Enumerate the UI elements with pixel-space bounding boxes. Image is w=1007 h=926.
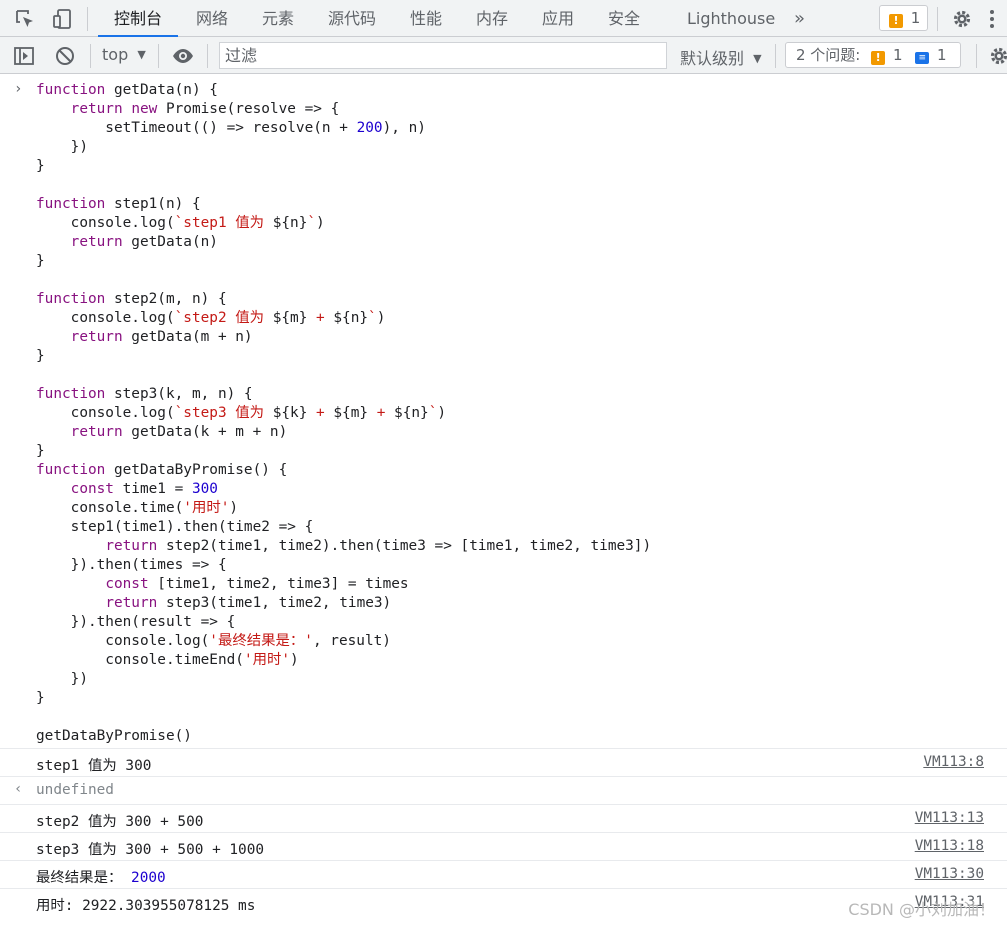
tab-application[interactable]: 应用: [542, 0, 574, 36]
divider: [207, 44, 208, 68]
issues-warn-count: 1: [892, 46, 903, 64]
console-log-row: 最终结果是： 2000 VM113:30: [0, 860, 1007, 888]
settings-gear-icon[interactable]: [951, 8, 973, 30]
source-link[interactable]: VM113:8: [923, 754, 984, 770]
dropdown-arrow-icon: ▼: [137, 48, 146, 61]
log-levels-dropdown[interactable]: 默认级别 ▼: [680, 45, 762, 69]
console-toolbar: top ▼ 过滤 默认级别 ▼ 2 个问题: ! 1 ≡ 1: [0, 37, 1007, 74]
source-link[interactable]: VM113:13: [915, 810, 984, 826]
console-result-row: ‹ undefined: [0, 776, 1007, 804]
device-toolbar-icon[interactable]: [51, 8, 73, 30]
log-text: 用时: 2922.303955078125 ms: [36, 898, 256, 914]
filter-input[interactable]: 过滤: [219, 42, 667, 69]
log-text: 最终结果是： 2000: [36, 866, 166, 887]
input-prompt-chevron-icon: ›: [14, 81, 23, 97]
live-expression-eye-icon[interactable]: [172, 45, 194, 67]
tab-security[interactable]: 安全: [608, 0, 640, 36]
tab-sources[interactable]: 源代码: [328, 0, 376, 36]
tab-network[interactable]: 网络: [196, 0, 228, 36]
console-log-row: step3 值为 300 + 500 + 1000 VM113:18: [0, 832, 1007, 860]
divider: [158, 44, 159, 68]
source-link[interactable]: VM113:18: [915, 838, 984, 854]
result-text: undefined: [36, 782, 114, 798]
warning-count: 1: [910, 9, 921, 27]
tab-elements[interactable]: 元素: [262, 0, 294, 36]
tab-memory[interactable]: 内存: [476, 0, 508, 36]
devtools-tabbar: 控制台 网络 元素 源代码 性能 内存 应用 安全 Lighthouse » !…: [0, 0, 1007, 37]
issues-label: 2 个问题:: [796, 46, 861, 64]
log-number-value: 2000: [131, 870, 166, 886]
input-code[interactable]: function getData(n) { return new Promise…: [36, 81, 651, 746]
console-settings-gear-icon[interactable]: [988, 45, 1007, 67]
filter-placeholder: 过滤: [225, 46, 258, 65]
sidebar-toggle-icon[interactable]: [13, 45, 35, 67]
warning-icon: !: [889, 14, 903, 28]
inspect-element-icon[interactable]: [14, 8, 36, 30]
log-text: step2 值为 300 + 500: [36, 814, 204, 830]
issues-info-count: 1: [937, 46, 947, 64]
issues-button[interactable]: 2 个问题: ! 1 ≡ 1: [785, 42, 961, 68]
divider: [976, 44, 977, 68]
info-message-icon: ≡: [915, 52, 930, 64]
divider: [775, 44, 776, 68]
divider: [937, 7, 938, 31]
tab-lighthouse[interactable]: Lighthouse: [687, 0, 775, 36]
log-label: 最终结果是：: [36, 870, 123, 886]
warning-badge[interactable]: ! 1: [879, 5, 928, 31]
console-log-row: step2 值为 300 + 500 VM113:13: [0, 804, 1007, 832]
context-selector[interactable]: top ▼: [102, 45, 146, 64]
log-text: step1 值为 300: [36, 758, 152, 774]
levels-label: 默认级别: [680, 49, 745, 68]
watermark: CSDN @小刘加油！: [848, 900, 995, 919]
log-text: step3 值为 300 + 500 + 1000: [36, 842, 265, 858]
context-label: top: [102, 45, 129, 64]
warning-icon: !: [871, 51, 886, 65]
divider: [90, 44, 91, 68]
result-arrow-icon: ‹: [14, 781, 23, 797]
more-tabs-icon[interactable]: »: [794, 0, 805, 36]
clear-console-icon[interactable]: [54, 45, 76, 67]
tab-performance[interactable]: 性能: [410, 0, 442, 36]
kebab-menu-icon[interactable]: [990, 10, 994, 28]
dropdown-arrow-icon: ▼: [753, 52, 762, 65]
divider: [87, 7, 88, 31]
source-link[interactable]: VM113:30: [915, 866, 984, 882]
console-log-row: step1 值为 300 VM113:8: [0, 748, 1007, 776]
tab-console[interactable]: 控制台: [97, 0, 179, 37]
